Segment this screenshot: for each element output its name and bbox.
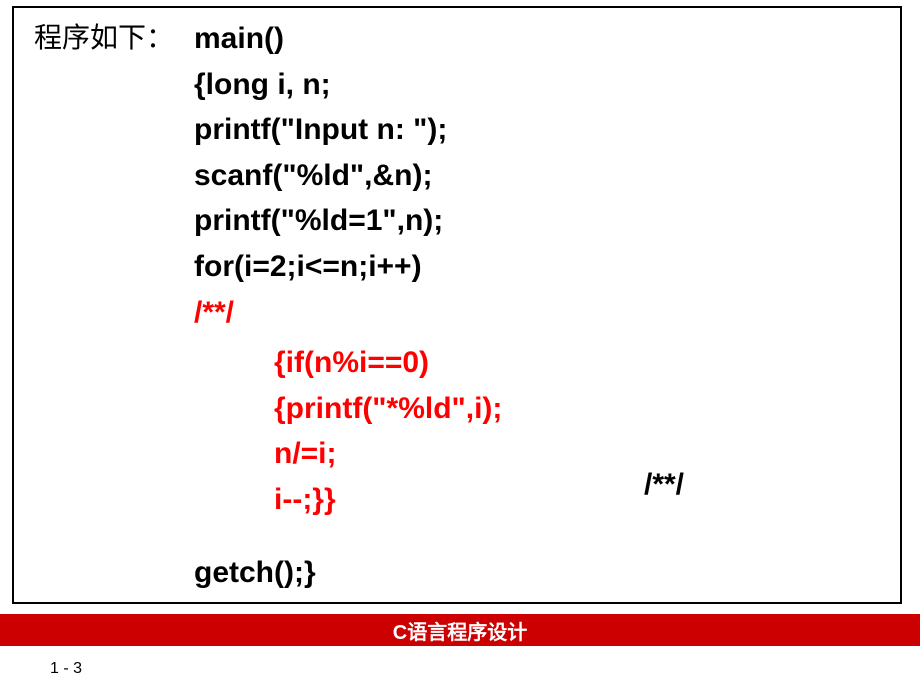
code-block-main: main() {long i, n; printf("Input n: "); …	[194, 16, 447, 335]
code-line: {long i, n;	[194, 62, 447, 108]
page-number: 1 - 3	[50, 660, 82, 678]
code-line: {printf("*%ld",i);	[274, 386, 502, 432]
code-line: i--;}}	[274, 477, 502, 523]
footer-bar: C语言程序设计	[0, 614, 920, 646]
code-line: {if(n%i==0)	[274, 340, 502, 386]
code-line: scanf("%ld",&n);	[194, 153, 447, 199]
code-comment: /**/	[194, 290, 447, 336]
footer-title: C语言程序设计	[393, 616, 527, 645]
code-comment-right: /**/	[644, 468, 684, 502]
code-line: printf("%ld=1",n);	[194, 198, 447, 244]
code-line: n/=i;	[274, 431, 502, 477]
code-line-last: getch();}	[194, 556, 316, 590]
code-line: printf("Input n: ");	[194, 107, 447, 153]
code-line: for(i=2;i<=n;i++)	[194, 244, 447, 290]
code-line: main()	[194, 16, 447, 62]
program-label: 程序如下：	[34, 16, 174, 56]
code-block-highlighted: {if(n%i==0) {printf("*%ld",i); n/=i; i--…	[274, 340, 502, 522]
slide-content: 程序如下： main() {long i, n; printf("Input n…	[12, 6, 902, 604]
